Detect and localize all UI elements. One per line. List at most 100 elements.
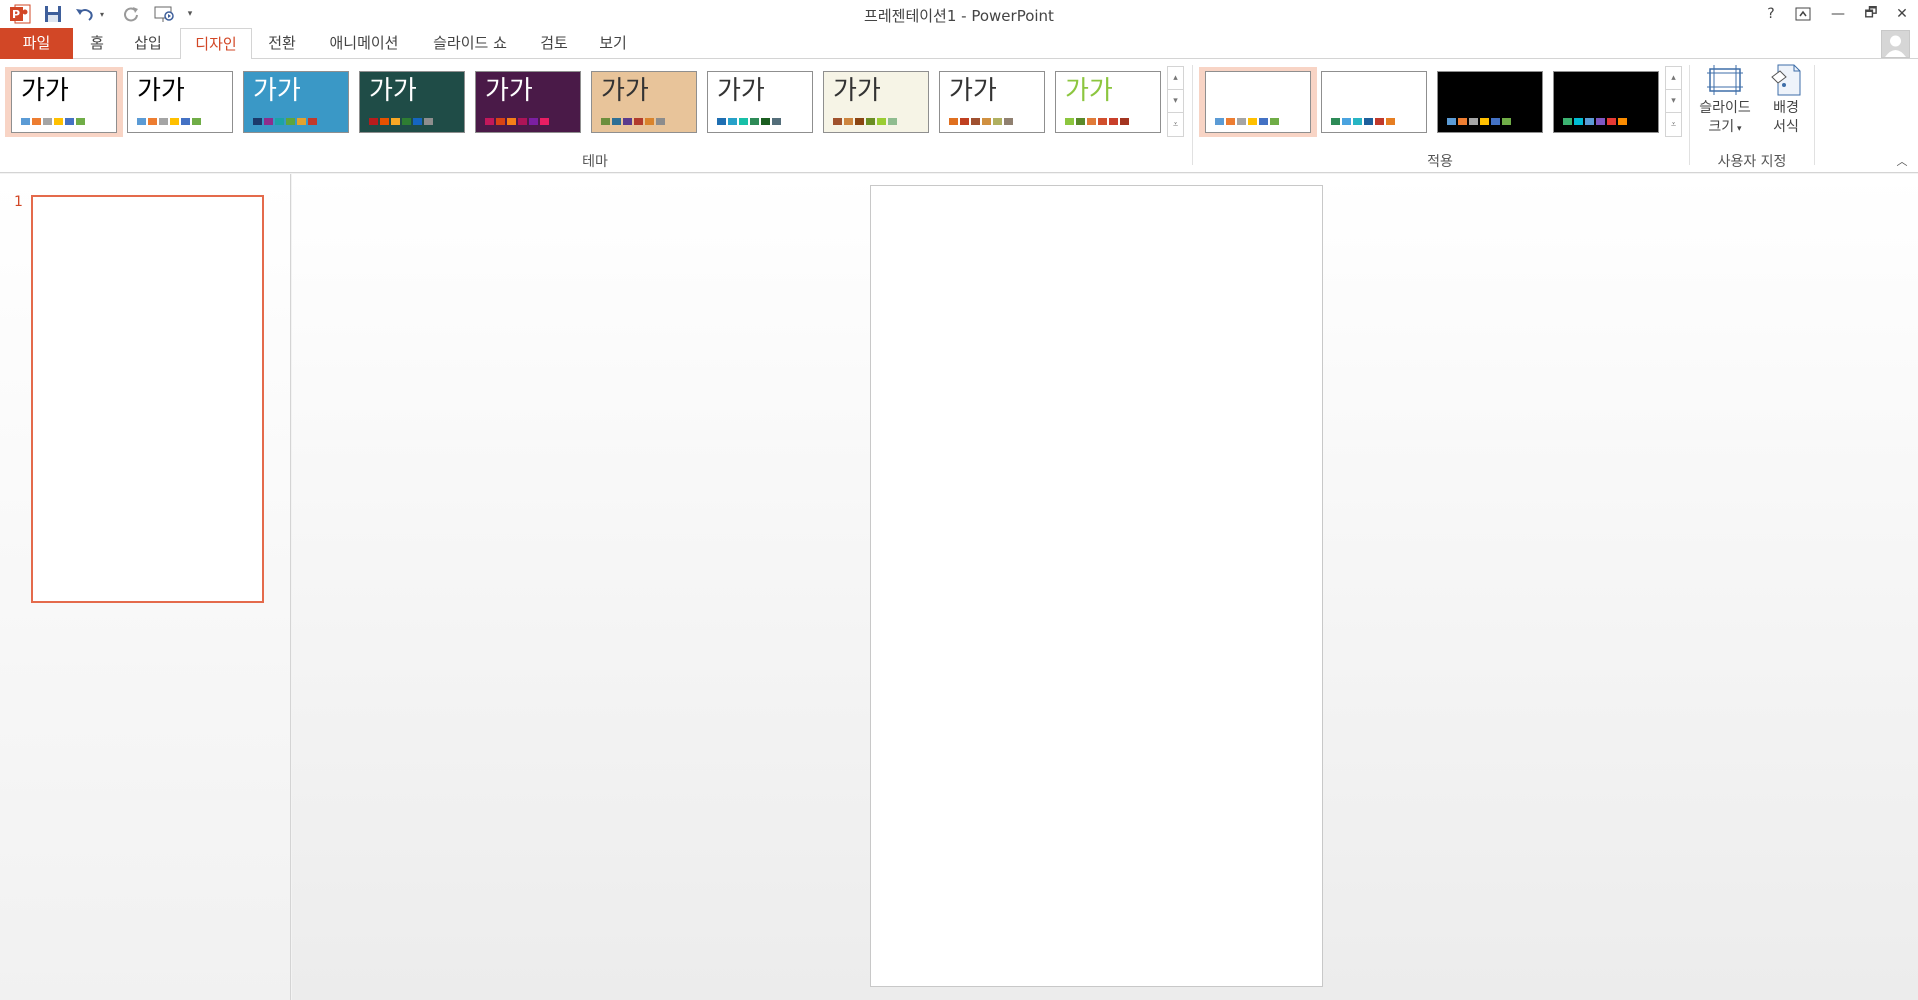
color-swatch <box>170 118 179 125</box>
account-avatar[interactable] <box>1881 30 1910 58</box>
color-swatch <box>159 118 168 125</box>
color-swatch <box>402 118 411 125</box>
color-swatch <box>960 118 969 125</box>
theme-thumbnail[interactable]: 가가 <box>243 71 349 133</box>
slide-size-icon <box>1705 63 1745 97</box>
color-swatch <box>1248 118 1257 125</box>
variants-group-label: 적용 <box>1427 154 1453 170</box>
scroll-down-icon[interactable]: ▾ <box>1666 90 1681 113</box>
color-swatch <box>380 118 389 125</box>
variant-thumbnail[interactable] <box>1553 71 1659 133</box>
color-swatch <box>1065 118 1074 125</box>
color-swatch <box>833 118 842 125</box>
color-swatch <box>485 118 494 125</box>
restore-button[interactable]: 🗗 <box>1856 2 1886 26</box>
theme-sample-text: 가가 <box>1065 76 1113 106</box>
tab-transitions[interactable]: 전환 <box>260 28 304 59</box>
variant-thumbnail[interactable] <box>1321 71 1427 133</box>
close-button[interactable]: ✕ <box>1887 2 1917 26</box>
variant-color-swatches <box>1331 118 1397 125</box>
color-swatch <box>1491 118 1500 125</box>
ribbon: 가가 가가 가가 가가 가가 가가 가가 가가 가가 가가 ▴ ▾ ⩡ 테마 ▴ ▾ ⩡ 적용 슬… <box>0 59 1918 173</box>
theme-sample-text: 가가 <box>369 76 417 106</box>
tab-slideshow[interactable]: 슬라이드 쇼 <box>420 28 520 59</box>
color-swatch <box>1375 118 1384 125</box>
color-swatch <box>1574 118 1583 125</box>
variant-thumbnail[interactable] <box>1205 71 1311 133</box>
tab-view[interactable]: 보기 <box>590 28 636 59</box>
color-swatch <box>1502 118 1511 125</box>
color-swatch <box>1226 118 1235 125</box>
theme-sample-text: 가가 <box>21 76 69 106</box>
color-swatch <box>1447 118 1456 125</box>
color-swatch <box>65 118 74 125</box>
scroll-down-icon[interactable]: ▾ <box>1168 90 1183 113</box>
theme-sample-text: 가가 <box>137 76 185 106</box>
color-swatch <box>1270 118 1279 125</box>
tab-design[interactable]: 디자인 <box>180 28 252 60</box>
theme-thumbnail[interactable]: 가가 <box>11 71 117 133</box>
variants-gallery-scroll: ▴ ▾ ⩡ <box>1665 66 1682 137</box>
format-background-label: 배경 <box>1773 100 1799 116</box>
chevron-down-icon: ▾ <box>1734 124 1742 134</box>
gallery-more-icon[interactable]: ⩡ <box>1666 113 1681 136</box>
color-swatch <box>645 118 654 125</box>
chevron-up-icon[interactable]: ︿ <box>1894 153 1910 169</box>
tab-file[interactable]: 파일 <box>0 28 73 59</box>
color-swatch <box>286 118 295 125</box>
ribbon-display-options-icon[interactable] <box>1788 2 1818 26</box>
color-swatch <box>43 118 52 125</box>
tab-insert[interactable]: 삽입 <box>124 28 172 59</box>
scroll-up-icon[interactable]: ▴ <box>1666 67 1681 90</box>
color-swatch <box>623 118 632 125</box>
theme-color-swatches <box>949 118 1015 125</box>
gallery-more-icon[interactable]: ⩡ <box>1168 113 1183 136</box>
theme-sample-text: 가가 <box>485 76 533 106</box>
color-swatch <box>1004 118 1013 125</box>
slide-thumbnail[interactable] <box>31 195 264 603</box>
color-swatch <box>413 118 422 125</box>
color-swatch <box>1469 118 1478 125</box>
theme-color-swatches <box>717 118 783 125</box>
color-swatch <box>728 118 737 125</box>
color-swatch <box>772 118 781 125</box>
scroll-up-icon[interactable]: ▴ <box>1168 67 1183 90</box>
theme-thumbnail[interactable]: 가가 <box>823 71 929 133</box>
variant-thumbnail[interactable] <box>1437 71 1543 133</box>
tab-animations[interactable]: 애니메이션 <box>318 28 410 59</box>
format-background-button[interactable]: 배경 서식 <box>1762 63 1810 137</box>
color-swatch <box>518 118 527 125</box>
theme-thumbnail[interactable]: 가가 <box>707 71 813 133</box>
minimize-button[interactable]: — <box>1823 2 1853 26</box>
slide-size-button[interactable]: 슬라이드 크기 ▾ <box>1690 63 1760 139</box>
theme-color-swatches <box>21 118 87 125</box>
slide-canvas[interactable] <box>870 185 1323 987</box>
color-swatch <box>1237 118 1246 125</box>
theme-thumbnail[interactable]: 가가 <box>359 71 465 133</box>
tab-home[interactable]: 홈 <box>80 28 114 59</box>
color-swatch <box>1386 118 1395 125</box>
color-swatch <box>1458 118 1467 125</box>
color-swatch <box>369 118 378 125</box>
color-swatch <box>297 118 306 125</box>
theme-thumbnail[interactable]: 가가 <box>939 71 1045 133</box>
tab-review[interactable]: 검토 <box>528 28 580 59</box>
color-swatch <box>1215 118 1224 125</box>
color-swatch <box>192 118 201 125</box>
theme-thumbnail[interactable]: 가가 <box>591 71 697 133</box>
help-button[interactable]: ? <box>1756 2 1786 26</box>
color-swatch <box>1353 118 1362 125</box>
color-swatch <box>866 118 875 125</box>
theme-thumbnail[interactable]: 가가 <box>1055 71 1161 133</box>
color-swatch <box>507 118 516 125</box>
ribbon-tabs: 파일 홈 삽입 디자인 전환 애니메이션 슬라이드 쇼 검토 보기 <box>0 28 1918 60</box>
color-swatch <box>761 118 770 125</box>
color-swatch <box>424 118 433 125</box>
theme-thumbnail[interactable]: 가가 <box>475 71 581 133</box>
color-swatch <box>1364 118 1373 125</box>
slide-thumbnail-panel: 1 <box>0 174 291 1000</box>
theme-thumbnail[interactable]: 가가 <box>127 71 233 133</box>
color-swatch <box>888 118 897 125</box>
window-title: 프레젠테이션1 - PowerPoint <box>864 7 1054 25</box>
color-swatch <box>1618 118 1627 125</box>
